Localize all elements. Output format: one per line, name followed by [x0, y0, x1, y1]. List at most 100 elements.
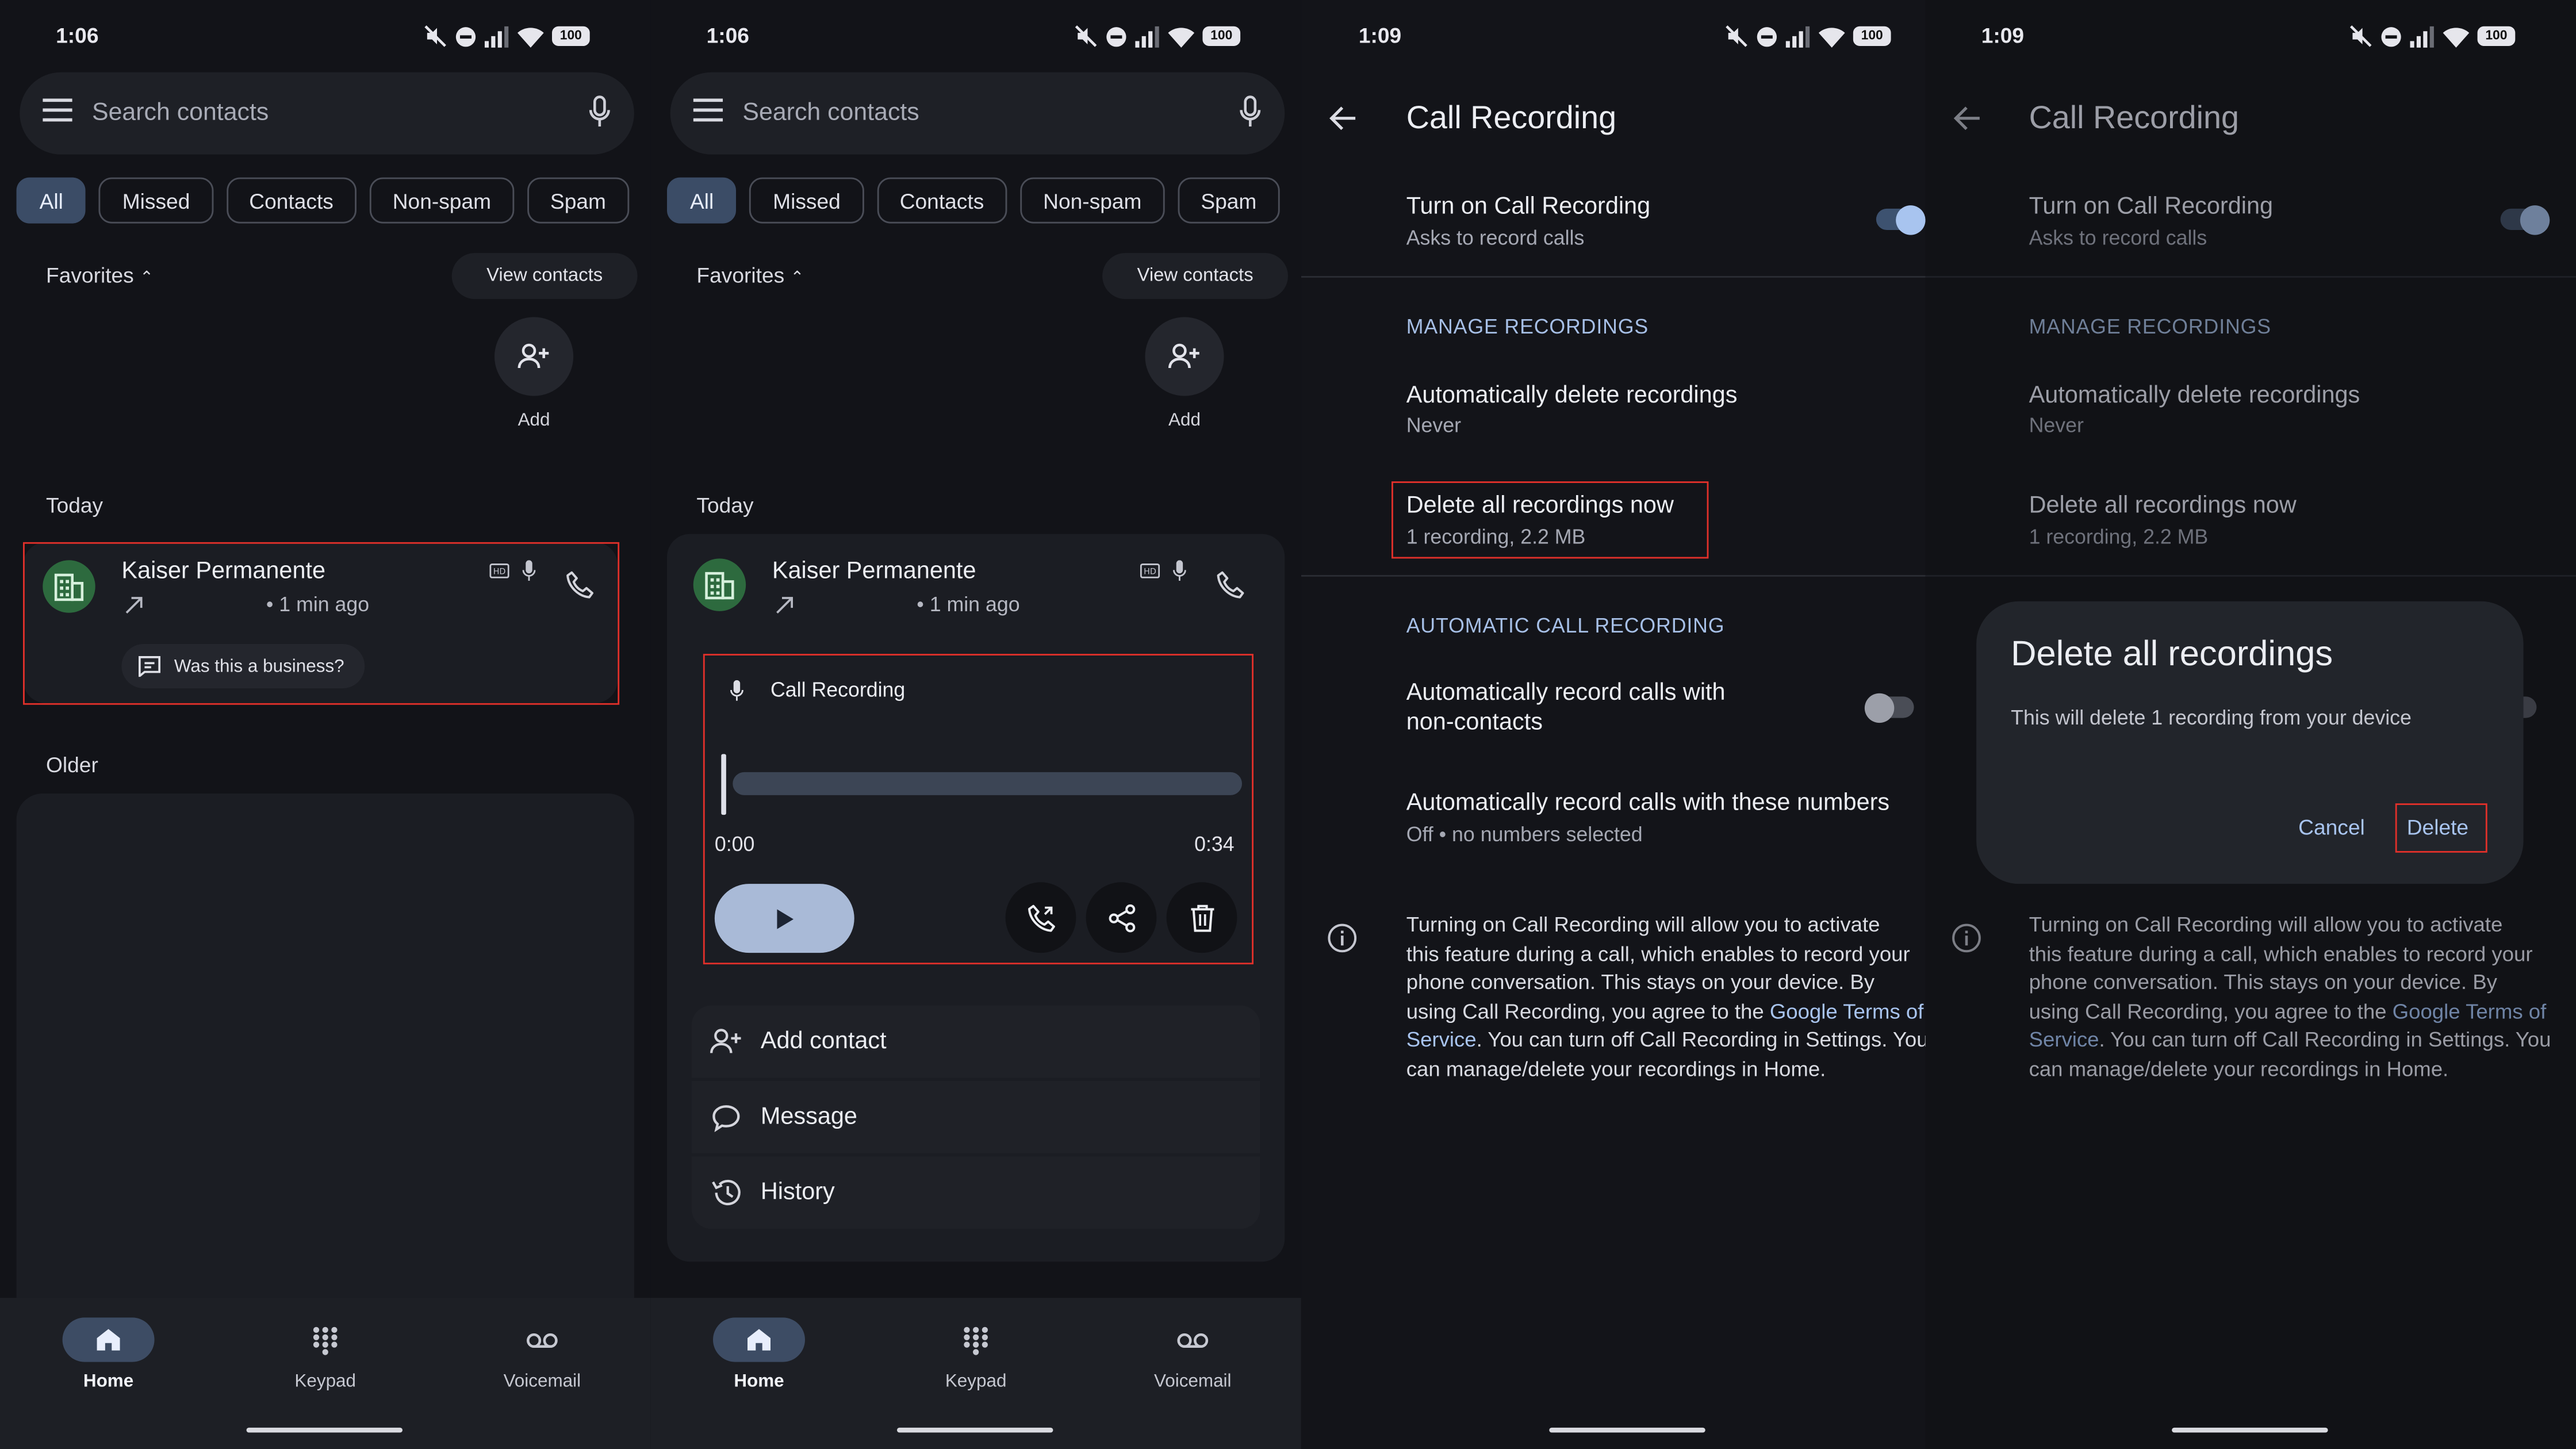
auto-delete-subtitle: Never	[2029, 414, 2084, 437]
history-icon	[711, 1179, 740, 1206]
older-calls-list	[16, 793, 634, 1336]
mute-icon	[1726, 25, 1747, 47]
settings-panel: 1:09 100 Call Recording Turn on Call Rec…	[1301, 0, 1926, 1449]
add-favorite-label: Add	[518, 411, 550, 431]
nav-voicemail[interactable]: Voicemail	[468, 1317, 616, 1392]
delete-all-title[interactable]: Delete all recordings now	[2029, 491, 2297, 520]
terms-link[interactable]: Service	[1406, 1028, 1477, 1052]
nav-keypad[interactable]: Keypad	[251, 1317, 399, 1392]
status-time: 1:06	[56, 23, 99, 48]
chevron-up-icon: ⌃	[140, 269, 154, 288]
manage-recordings-header: MANAGE RECORDINGS	[1406, 315, 1649, 339]
dialog-title: Delete all recordings	[2011, 634, 2333, 674]
wifi-icon	[2443, 26, 2470, 47]
info-line: . You can turn off Call Recording in Set…	[1476, 1027, 1926, 1052]
filter-chips: All Missed Contacts Non-spam Spam	[16, 177, 629, 224]
view-contacts-button[interactable]: View contacts	[451, 253, 638, 299]
nav-keypad-label: Keypad	[294, 1371, 356, 1392]
turn-on-recording-switch[interactable]	[2500, 204, 2550, 235]
auto-delete-subtitle: Never	[1406, 414, 1461, 437]
nav-home[interactable]: Home	[685, 1317, 833, 1392]
message-action[interactable]: Message	[691, 1081, 1260, 1153]
info-line: phone conversation. This stays on your d…	[2029, 969, 2497, 995]
info-text: Turning on Call Recording will allow you…	[2029, 910, 2571, 1084]
battery-icon: 100	[552, 26, 590, 46]
divider	[1925, 575, 2576, 577]
turn-on-recording-title[interactable]: Turn on Call Recording	[1406, 192, 1650, 221]
recording-player: Call Recording 0:00 0:34 Add contact Mes…	[650, 0, 1301, 1449]
search-placeholder[interactable]: Search contacts	[92, 98, 269, 126]
info-line: using Call Recording, you agree to the	[2029, 998, 2393, 1023]
signal-icon	[1785, 25, 1810, 47]
terms-link[interactable]: Google Terms of	[1770, 999, 1924, 1023]
keypad-icon	[964, 1326, 988, 1355]
manage-recordings-header: MANAGE RECORDINGS	[2029, 315, 2271, 339]
auto-delete-title[interactable]: Automatically delete recordings	[1406, 381, 1738, 411]
chip-missed[interactable]: Missed	[99, 177, 213, 224]
nav-home-label: Home	[83, 1371, 134, 1392]
page-title: Call Recording	[2029, 100, 2240, 137]
menu-icon[interactable]	[43, 98, 72, 122]
info-line: . You can turn off Call Recording in Set…	[2099, 1027, 2551, 1052]
back-arrow-icon[interactable]	[1329, 105, 1357, 132]
nav-home[interactable]: Home	[34, 1317, 182, 1392]
info-line: Turning on Call Recording will allow you…	[1406, 911, 1880, 937]
favorites-toggle[interactable]: Favorites ⌃	[46, 263, 154, 288]
search-bar[interactable]: Search contacts	[20, 72, 634, 155]
add-favorite-button[interactable]	[494, 317, 574, 396]
home-icon	[97, 1329, 120, 1351]
dnd-icon	[455, 26, 476, 46]
terms-link[interactable]: Google Terms of	[2393, 999, 2547, 1023]
person-add-icon	[518, 343, 549, 369]
history-label: History	[760, 1179, 835, 1206]
battery-icon: 100	[2477, 26, 2516, 46]
phone-panel-expanded: 1:06 100 Search contacts All Missed Cont…	[650, 0, 1301, 1449]
gesture-bar	[1549, 1427, 1705, 1433]
history-action[interactable]: History	[691, 1156, 1260, 1229]
chip-contacts[interactable]: Contacts	[226, 177, 356, 224]
chip-non-spam[interactable]: Non-spam	[369, 177, 515, 224]
info-line: can manage/delete your recordings in Hom…	[2029, 1056, 2449, 1081]
non-contacts-switch[interactable]	[1864, 692, 1914, 722]
info-icon	[1952, 923, 1981, 953]
auto-delete-title[interactable]: Automatically delete recordings	[2029, 381, 2360, 411]
status-icons: 100	[2349, 20, 2516, 52]
nav-keypad[interactable]: Keypad	[902, 1317, 1050, 1392]
battery-icon: 100	[1853, 26, 1891, 46]
dialog-message: This will delete 1 recording from your d…	[2011, 706, 2412, 730]
status-icons: 100	[424, 20, 590, 52]
chip-all[interactable]: All	[16, 177, 86, 224]
status-time: 1:09	[1358, 23, 1402, 48]
gesture-bar	[2172, 1427, 2328, 1433]
cancel-button[interactable]: Cancel	[2298, 815, 2365, 839]
delete-all-subtitle: 1 recording, 2.2 MB	[2029, 526, 2209, 549]
divider	[1301, 575, 1926, 577]
info-line: using Call Recording, you agree to the	[1406, 998, 1770, 1023]
info-text: Turning on Call Recording will allow you…	[1406, 910, 1926, 1084]
terms-link[interactable]: Service	[2029, 1028, 2099, 1052]
bottom-nav: Home Keypad Voicemail	[650, 1298, 1301, 1449]
turn-on-recording-switch[interactable]	[1876, 204, 1926, 235]
message-label: Message	[760, 1104, 857, 1130]
voicemail-icon	[527, 1332, 558, 1347]
nav-voicemail[interactable]: Voicemail	[1119, 1317, 1267, 1392]
wifi-icon	[1818, 26, 1845, 47]
these-numbers-title[interactable]: Automatically record calls with these nu…	[1406, 788, 1889, 818]
nav-voicemail-label: Voicemail	[503, 1371, 581, 1392]
automatic-recording-header: AUTOMATIC CALL RECORDING	[1406, 614, 1725, 638]
back-arrow-icon[interactable]	[1953, 105, 1981, 132]
bottom-nav: Home Keypad Voicemail	[0, 1298, 651, 1449]
favorites-label: Favorites	[46, 263, 134, 288]
add-contact-action[interactable]: Add contact	[691, 1005, 1260, 1078]
info-line: this feature during a call, which enable…	[1406, 940, 1910, 965]
mic-icon[interactable]	[588, 95, 611, 128]
non-contacts-title[interactable]: Automatically record calls with non-cont…	[1406, 678, 1726, 738]
non-contacts-line2: non-contacts	[1406, 710, 1543, 736]
signal-icon	[484, 25, 509, 47]
message-icon	[712, 1104, 740, 1132]
dnd-icon	[1757, 26, 1777, 46]
section-today: Today	[46, 493, 103, 518]
highlight-recording-player	[703, 654, 1254, 965]
turn-on-recording-title[interactable]: Turn on Call Recording	[2029, 192, 2273, 221]
chip-spam[interactable]: Spam	[527, 177, 629, 224]
